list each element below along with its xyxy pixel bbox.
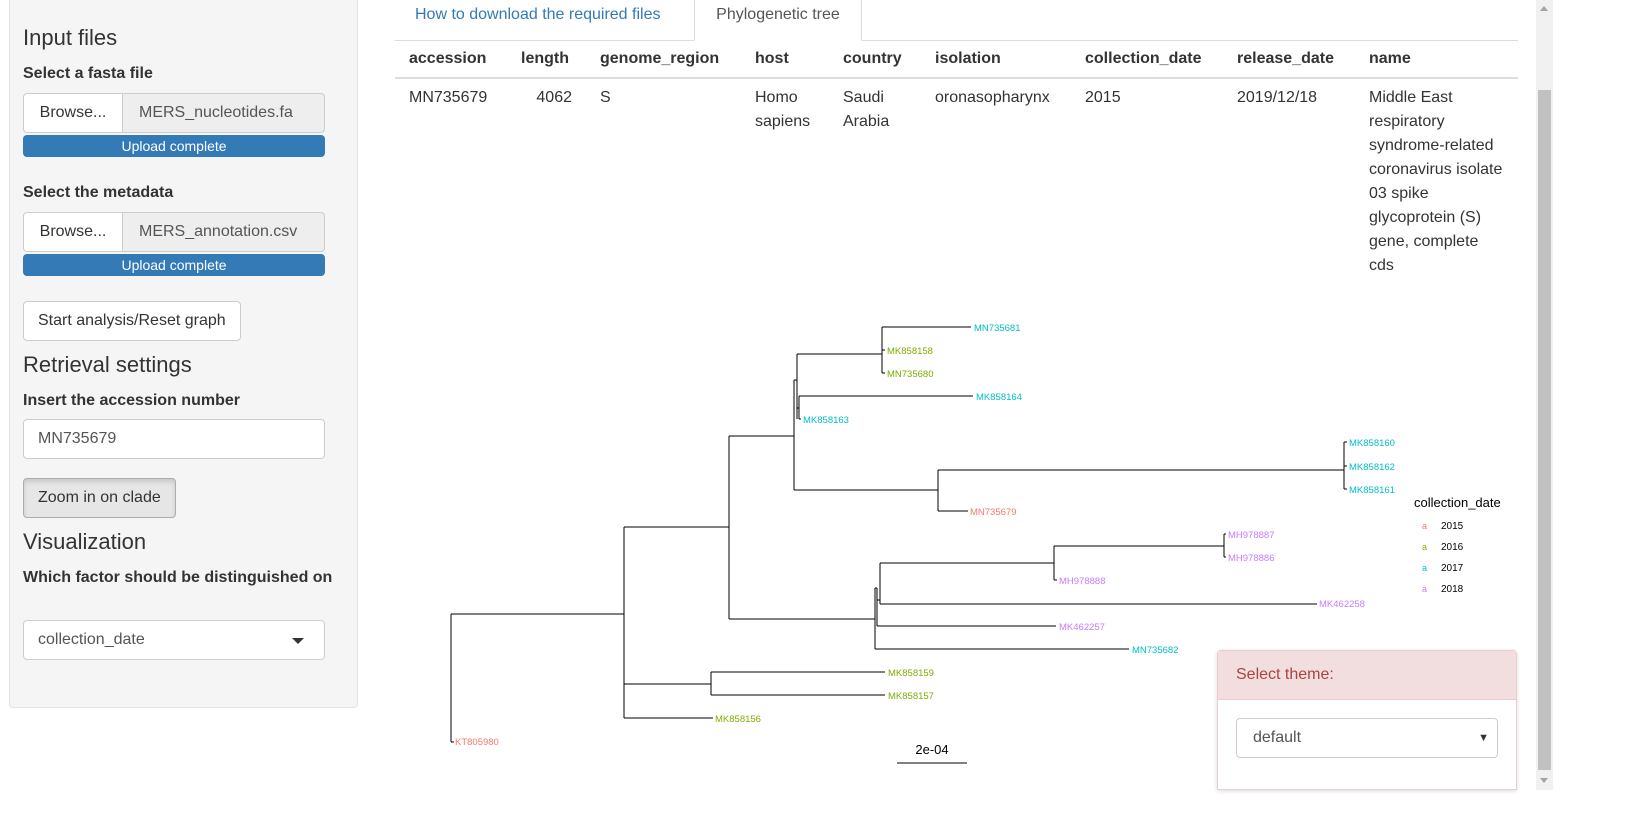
chevron-down-icon: ▼ <box>1478 732 1489 744</box>
tip-label[interactable]: MK858156 <box>715 714 761 725</box>
page-scrollbar[interactable] <box>1536 0 1553 790</box>
legend-key: a <box>1422 584 1427 594</box>
tip-label[interactable]: KT805980 <box>455 737 499 748</box>
tip-label[interactable]: MK858158 <box>887 346 933 357</box>
tip-label[interactable]: MH978886 <box>1228 553 1274 564</box>
theme-panel: Select theme: default ▼ <box>1217 650 1517 790</box>
tip-label[interactable]: MK858164 <box>976 392 1022 403</box>
legend-label: 2015 <box>1441 521 1464 532</box>
clipped-tip-labels: MK858160 MK858162 MK858161 <box>1349 438 1395 496</box>
tip-label[interactable]: MN735680 <box>887 369 933 380</box>
theme-select[interactable]: default ▼ <box>1236 718 1498 758</box>
tip-label[interactable]: MK858161 <box>1349 485 1395 496</box>
scroll-up-arrow-icon[interactable] <box>1540 6 1548 11</box>
tip-label[interactable]: MK858162 <box>1349 462 1395 473</box>
tip-label[interactable]: MH978888 <box>1059 576 1105 587</box>
legend-label: 2017 <box>1441 563 1464 574</box>
tip-label[interactable]: MK462258 <box>1319 599 1365 610</box>
legend-key: a <box>1422 521 1427 531</box>
scrollbar-thumb[interactable] <box>1538 90 1551 770</box>
tip-label[interactable]: MK858157 <box>888 691 934 702</box>
legend-label: 2018 <box>1441 584 1464 595</box>
legend-label: 2016 <box>1441 542 1464 553</box>
tip-label[interactable]: MK858163 <box>803 415 849 426</box>
tip-label[interactable]: MN735681 <box>974 323 1020 334</box>
theme-select-value: default <box>1253 729 1302 746</box>
scale-bar-label: 2e-04 <box>915 742 948 757</box>
theme-panel-heading: Select theme: <box>1218 651 1516 700</box>
tip-label[interactable]: MK462257 <box>1059 622 1105 633</box>
tip-label[interactable]: MK858160 <box>1349 438 1395 449</box>
scroll-down-arrow-icon[interactable] <box>1540 778 1548 783</box>
tip-label[interactable]: MH978887 <box>1228 530 1274 541</box>
legend-key: a <box>1422 563 1427 573</box>
tip-label[interactable]: MN735679 <box>970 507 1016 518</box>
tip-label[interactable]: MK858159 <box>888 668 934 679</box>
legend-key: a <box>1422 542 1427 552</box>
legend-title: collection_date <box>1414 495 1501 510</box>
tip-label[interactable]: MN735682 <box>1132 645 1178 656</box>
tree-legend: collection_date a 2015 a 2016 a 2017 a 2… <box>1414 495 1501 595</box>
